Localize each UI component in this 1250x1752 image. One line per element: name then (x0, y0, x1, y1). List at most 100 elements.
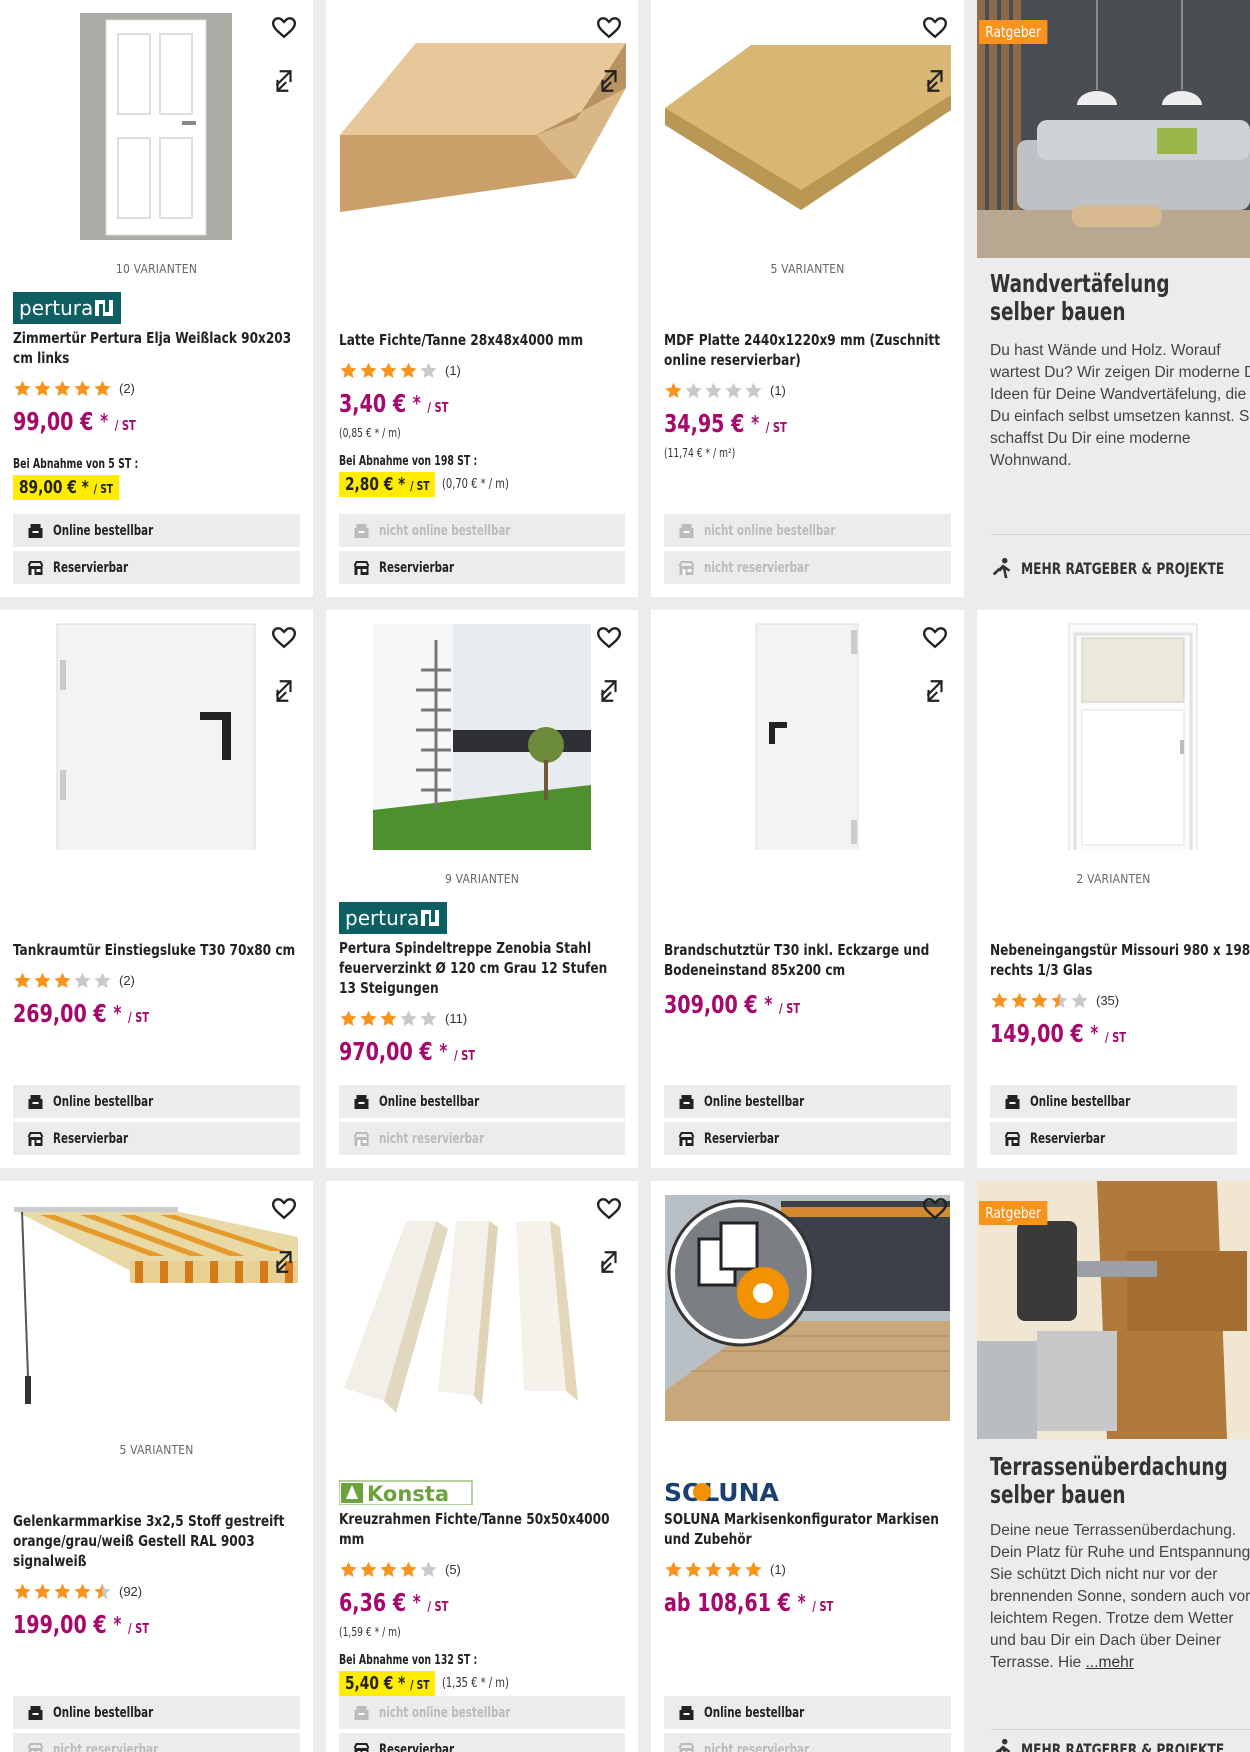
availability-online[interactable]: Online bestellbar (13, 1696, 300, 1729)
star-icon (380, 1561, 397, 1577)
price: 149,00 € * / ST (990, 1019, 1127, 1048)
rating[interactable]: (1) (664, 1557, 951, 1581)
compare-icon[interactable] (271, 1249, 297, 1275)
availability-online[interactable]: Online bestellbar (990, 1085, 1237, 1118)
ratgeber-card[interactable]: Ratgeber Wandvertäfelung selber bauen Du… (977, 0, 1250, 597)
wishlist-heart-icon[interactable] (596, 14, 622, 40)
availability-reserve[interactable]: nicht reservierbar (339, 1122, 625, 1155)
shop-icon (28, 1705, 43, 1720)
product-title[interactable]: SOLUNA Markisenkonfigurator Markisen und… (664, 1509, 951, 1549)
rating[interactable]: (5) (339, 1557, 625, 1581)
product-title[interactable]: Gelenkarmmarkise 3x2,5 Stoff gestreift o… (13, 1511, 300, 1571)
rating[interactable]: (35) (990, 988, 1250, 1012)
product-image[interactable] (0, 1181, 313, 1421)
availability-reserve[interactable]: Reservierbar (339, 551, 625, 584)
availability-online[interactable]: Online bestellbar (13, 514, 300, 547)
product-card[interactable]: Brandschutztür T30 inkl. Eckzarge und Bo… (651, 610, 964, 1168)
availability-reserve[interactable]: Reservierbar (990, 1122, 1237, 1155)
ratgeber-card[interactable]: Ratgeber Terrassenüberdachung selber bau… (977, 1181, 1250, 1752)
availability-online[interactable]: nicht online bestellbar (339, 1696, 625, 1729)
availability-reserve[interactable]: Reservierbar (13, 1122, 300, 1155)
wishlist-heart-icon[interactable] (922, 1195, 948, 1221)
rating[interactable]: (2) (13, 968, 300, 992)
product-card[interactable]: Tankraumtür Einstiegsluke T30 70x80 cm (… (0, 610, 313, 1168)
bulk-price: 89,00 € * / ST (13, 475, 120, 500)
more-guides-link[interactable]: MEHR RATGEBER & PROJEKTE (991, 557, 1250, 579)
compare-icon[interactable] (922, 678, 948, 704)
availability-reserve[interactable]: nicht reservierbar (664, 551, 951, 584)
more-guides-link[interactable]: MEHR RATGEBER & PROJEKTE (991, 1738, 1250, 1752)
variants-count[interactable]: 5 VARIANTEN (651, 262, 964, 276)
rating[interactable]: (92) (13, 1579, 300, 1603)
product-card[interactable]: SOLUNA SOLUNA Markisenkonfigurator Marki… (651, 1181, 964, 1752)
availability-reserve[interactable]: Reservierbar (664, 1122, 951, 1155)
star-icon (380, 362, 397, 378)
product-image[interactable] (0, 0, 313, 240)
product-title[interactable]: Nebeneingangstür Missouri 980 x 1980 mm … (990, 940, 1250, 980)
product-card[interactable]: Konsta Kreuzrahmen Fichte/Tanne 50x50x40… (326, 1181, 638, 1752)
product-title[interactable]: Zimmertür Pertura Elja Weißlack 90x203 c… (13, 328, 300, 368)
product-title[interactable]: MDF Platte 2440x1220x9 mm (Zuschnitt onl… (664, 330, 951, 370)
product-card[interactable]: 5 VARIANTEN Gelenkarmmarkise 3x2,5 Stoff… (0, 1181, 313, 1752)
product-title[interactable]: Pertura Spindeltreppe Zenobia Stahl feue… (339, 938, 625, 998)
compare-icon[interactable] (922, 68, 948, 94)
wishlist-heart-icon[interactable] (271, 14, 297, 40)
product-title[interactable]: Tankraumtür Einstiegsluke T30 70x80 cm (13, 940, 300, 960)
star-icon (74, 972, 91, 988)
rating[interactable]: (2) (13, 376, 300, 400)
star-icon (34, 972, 51, 988)
star-icon (745, 382, 762, 398)
product-image[interactable] (326, 0, 638, 240)
availability-online[interactable]: Online bestellbar (664, 1696, 951, 1729)
availability-reserve[interactable]: Reservierbar (13, 551, 300, 584)
ratgeber-title[interactable]: Wandvertäfelung selber bauen (990, 270, 1220, 326)
read-more-link[interactable]: ...mehr (1086, 1654, 1134, 1671)
rating[interactable]: (1) (664, 378, 951, 402)
product-title[interactable]: Latte Fichte/Tanne 28x48x4000 mm (339, 330, 625, 350)
availability-online[interactable]: nicht online bestellbar (339, 514, 625, 547)
wishlist-heart-icon[interactable] (922, 14, 948, 40)
brand-label: Konsta (367, 1482, 449, 1505)
wishlist-heart-icon[interactable] (271, 624, 297, 650)
compare-icon[interactable] (596, 68, 622, 94)
availability-reserve[interactable]: Reservierbar (339, 1733, 625, 1752)
star-icon (34, 1583, 51, 1599)
product-image[interactable] (651, 0, 964, 240)
product-image[interactable] (651, 1181, 964, 1421)
availability-online[interactable]: Online bestellbar (664, 1085, 951, 1118)
variants-count[interactable]: 2 VARIANTEN (977, 872, 1250, 886)
rating[interactable]: (1) (339, 358, 625, 382)
product-image[interactable] (326, 1181, 638, 1421)
product-title[interactable]: Brandschutztür T30 inkl. Eckzarge und Bo… (664, 940, 951, 980)
product-image[interactable] (0, 610, 313, 850)
ratgeber-title[interactable]: Terrassenüberdachung selber bauen (990, 1453, 1228, 1509)
wishlist-heart-icon[interactable] (922, 624, 948, 650)
availability-online[interactable]: Online bestellbar (13, 1085, 300, 1118)
variants-count[interactable]: 10 VARIANTEN (0, 262, 313, 276)
rating[interactable]: (11) (339, 1006, 625, 1030)
availability-online[interactable]: nicht online bestellbar (664, 514, 951, 547)
product-image[interactable] (326, 610, 638, 850)
compare-icon[interactable] (271, 68, 297, 94)
product-card[interactable]: 5 VARIANTEN MDF Platte 2440x1220x9 mm (Z… (651, 0, 964, 597)
product-image[interactable] (651, 610, 964, 850)
product-card[interactable]: 2 VARIANTEN Nebeneingangstür Missouri 98… (977, 610, 1250, 1168)
product-image[interactable] (977, 610, 1250, 850)
availability-online[interactable]: Online bestellbar (339, 1085, 625, 1118)
compare-icon[interactable] (596, 678, 622, 704)
product-card[interactable]: 9 VARIANTEN pertura Pertura Spindeltrepp… (326, 610, 638, 1168)
star-icon (400, 1010, 417, 1026)
product-title[interactable]: Kreuzrahmen Fichte/Tanne 50x50x4000 mm (339, 1509, 625, 1549)
product-card[interactable]: 10 VARIANTEN pertura Zimmertür Pertura E… (0, 0, 313, 597)
availability-reserve[interactable]: nicht reservierbar (13, 1733, 300, 1752)
compare-icon[interactable] (596, 1249, 622, 1275)
variants-count[interactable]: 9 VARIANTEN (326, 872, 638, 886)
rating-count: (1) (770, 1561, 786, 1577)
compare-icon[interactable] (271, 678, 297, 704)
product-card[interactable]: Latte Fichte/Tanne 28x48x4000 mm (1) 3,4… (326, 0, 638, 597)
availability-reserve[interactable]: nicht reservierbar (664, 1733, 951, 1752)
variants-count[interactable]: 5 VARIANTEN (0, 1443, 313, 1457)
wishlist-heart-icon[interactable] (596, 1195, 622, 1221)
wishlist-heart-icon[interactable] (596, 624, 622, 650)
wishlist-heart-icon[interactable] (271, 1195, 297, 1221)
